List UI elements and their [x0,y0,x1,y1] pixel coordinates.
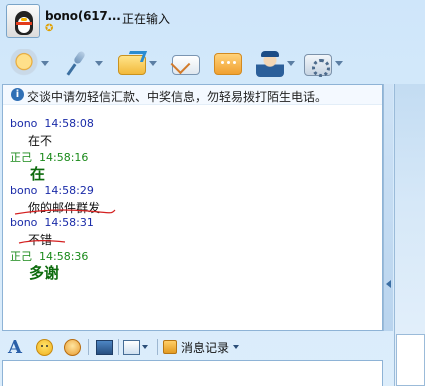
image-icon [96,339,113,355]
toolbar-divider [118,339,119,355]
annotation-underline [18,240,66,244]
chevron-down-icon[interactable] [95,60,103,66]
message-history-label: 消息记录 [181,340,230,355]
file-transfer-icon [118,55,146,75]
side-panel-box [396,334,425,386]
chat-bubble-icon [214,53,242,75]
font-button[interactable]: A [8,336,22,358]
sender-name: bono [10,184,38,197]
screenshot-icon [123,339,140,355]
message-header: 正己 14:58:16 [10,149,88,165]
agent-icon [256,49,284,77]
contact-name[interactable]: bono(617... [45,9,121,23]
message-input[interactable] [2,360,383,386]
message-header: bono 14:58:31 [10,216,94,229]
typing-status: 正在输入 [122,12,171,26]
security-notice-bar: i 交谈中请勿轻信汇款、中奖信息，勿轻易拨打陌生电话。 [3,85,382,105]
toolbar-divider [88,339,89,355]
file-transfer-button[interactable] [118,49,157,77]
collapse-side-panel-strip[interactable] [383,84,393,331]
chevron-down-icon[interactable] [41,60,49,66]
magic-face-icon [64,338,81,356]
chevron-down-icon[interactable] [335,60,343,66]
email-button[interactable] [172,49,200,77]
message-header: bono 14:58:08 [10,117,94,130]
chevron-down-icon[interactable] [149,60,157,66]
settings-button[interactable] [304,49,343,77]
history-icon [163,340,177,354]
toolbar-divider [157,339,158,355]
screenshot-button[interactable] [123,337,148,357]
avatar[interactable] [6,4,40,38]
collapse-arrow-icon[interactable] [386,280,391,288]
voice-call-button[interactable] [64,49,103,77]
chevron-down-icon[interactable] [142,345,148,349]
security-notice-text: 交谈中请勿轻信汇款、中奖信息，勿轻易拨打陌生电话。 [27,90,328,104]
sender-name: 正己 [10,151,32,164]
emoticon-icon [36,338,53,356]
chevron-down-icon[interactable] [233,345,240,349]
chat-bubble-button[interactable] [214,49,242,77]
send-image-button[interactable] [96,337,113,357]
microphone-icon [64,49,92,77]
font-icon: A [8,336,22,358]
message-history-panel[interactable]: i 交谈中请勿轻信汇款、中奖信息，勿轻易拨打陌生电话。 bono 14:58:0… [2,84,383,331]
message-time: 14:58:29 [44,184,94,197]
sender-name: bono [10,117,38,130]
video-camera-icon [10,49,38,77]
input-toolbar: A 消息记录 [2,334,383,360]
settings-icon [304,53,332,77]
agent-button[interactable] [256,49,295,77]
chevron-down-icon[interactable] [287,60,295,66]
message-text: 在不 [28,134,53,148]
message-header: bono 14:58:29 [10,184,94,197]
message-time: 14:58:31 [44,216,94,229]
email-icon [172,55,200,75]
message-text: 多谢 [29,264,60,282]
emoticon-button[interactable] [36,337,53,357]
message-time: 14:58:08 [44,117,94,130]
info-icon: i [11,88,24,101]
magic-face-button[interactable] [64,337,81,357]
message-time: 14:58:16 [39,151,89,164]
main-toolbar [0,43,425,83]
star-icon: ✪ [45,23,54,34]
message-text: 在 [30,165,46,183]
message-history-button[interactable]: 消息记录 [163,337,240,357]
title-bar: bono(617... 正在输入 ✪ [0,0,425,42]
sender-name: bono [10,216,38,229]
video-call-button[interactable] [10,49,49,77]
